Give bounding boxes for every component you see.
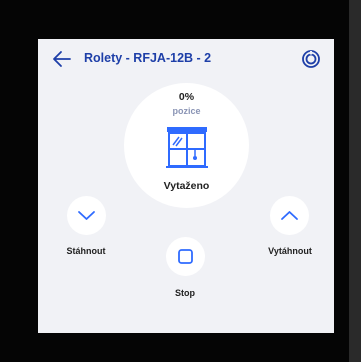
stop-square-icon — [178, 249, 193, 264]
move-up-label: Vytáhnout — [268, 246, 312, 256]
stop-button[interactable] — [166, 237, 205, 276]
move-down-label: Stáhnout — [66, 246, 106, 256]
arrow-left-icon[interactable] — [52, 50, 72, 68]
chevron-down-icon — [78, 211, 95, 220]
move-down-button[interactable] — [67, 196, 106, 235]
move-up-button[interactable] — [270, 196, 309, 235]
device-bezel-edge — [349, 0, 361, 362]
settings-icon[interactable] — [301, 49, 321, 69]
device-screen: Rolety - RFJA-12B - 2 0% pozice Vytaženo — [38, 39, 334, 333]
window-blind-icon — [165, 125, 209, 169]
state-label: Vytaženo — [163, 180, 210, 192]
page-title: Rolety - RFJA-12B - 2 — [84, 51, 212, 65]
position-value: 0% — [178, 91, 195, 103]
position-display: 0% pozice Vytaženo — [124, 83, 249, 208]
chevron-up-icon — [281, 211, 298, 220]
stop-label: Stop — [175, 288, 195, 298]
position-label: pozice — [172, 106, 201, 116]
